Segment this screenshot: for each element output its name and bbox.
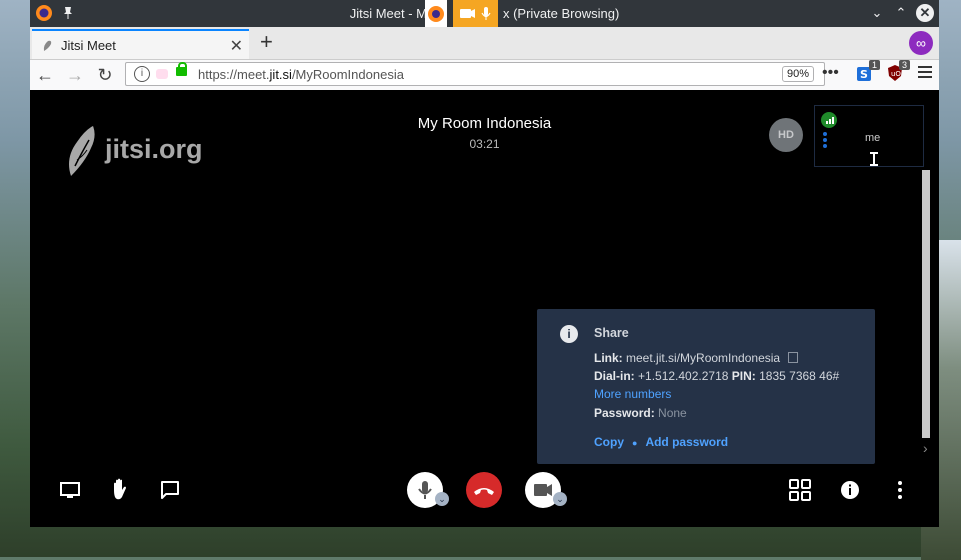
maximize-button[interactable]: ⌃	[892, 4, 910, 22]
text-cursor-icon	[870, 152, 878, 166]
video-quality-badge[interactable]: HD	[769, 118, 803, 152]
audio-level-indicator	[823, 132, 827, 150]
local-participant-label: me	[865, 132, 881, 144]
raise-hand-icon[interactable]	[107, 476, 133, 502]
camera-permission-icon[interactable]	[156, 69, 168, 79]
more-options-icon[interactable]	[887, 477, 913, 503]
microphone-button[interactable]: ⌄	[407, 472, 449, 508]
minimize-button[interactable]: ⌄	[868, 4, 886, 22]
copy-link-icon[interactable]	[788, 352, 799, 363]
conference-name: My Room Indonesia	[417, 115, 552, 132]
chat-icon[interactable]	[157, 477, 183, 503]
password-row: Password: None	[594, 406, 687, 420]
meeting-area: jitsi.org My Room Indonesia 03:21 HD me …	[30, 90, 939, 527]
video-settings-caret-icon[interactable]: ⌄	[553, 492, 567, 506]
tab-strip: Jitsi Meet ✕ + ∞	[30, 27, 939, 60]
firefox-sharing-icon	[425, 0, 447, 27]
add-password-button[interactable]: Add password	[645, 435, 728, 449]
jitsi-favicon	[43, 40, 52, 51]
dialin-row: Dial-in: +1.512.402.2718 PIN: 1835 7368 …	[594, 369, 840, 383]
browser-window: Jitsi Meet - Mx (Private Browsing) ⌄ ⌃ ✕…	[30, 0, 939, 527]
info-icon: i	[560, 325, 578, 343]
navigation-bar: ← → ↻ i https://meet.jit.si/MyRoomIndone…	[30, 60, 939, 91]
screen-share-icon[interactable]	[57, 477, 83, 503]
hamburger-menu-icon[interactable]	[918, 66, 932, 81]
tab-close-icon[interactable]: ✕	[230, 36, 243, 56]
filmstrip-toggle-icon[interactable]: ›	[923, 440, 928, 456]
hangup-icon	[474, 488, 494, 495]
lock-icon[interactable]	[176, 62, 187, 76]
tab-label: Jitsi Meet	[61, 38, 116, 53]
site-info-icon[interactable]: i	[134, 66, 150, 82]
share-title: Share	[594, 326, 629, 340]
filmstrip-scrollbar[interactable]	[922, 170, 930, 438]
camera-button[interactable]: ⌄	[525, 472, 567, 508]
address-bar[interactable]: i https://meet.jit.si/MyRoomIndonesia 90…	[125, 62, 825, 86]
new-tab-button[interactable]: +	[260, 31, 273, 53]
info-toggle-icon[interactable]	[837, 477, 863, 503]
url-text[interactable]: https://meet.jit.si/MyRoomIndonesia	[198, 67, 404, 82]
camera-mic-sharing-indicator[interactable]	[453, 0, 498, 27]
reload-button[interactable]: ↻	[94, 64, 116, 86]
share-info-dialog: i Share Link: meet.jit.si/MyRoomIndonesi…	[537, 309, 875, 464]
page-actions-menu-icon[interactable]: •••	[822, 64, 839, 82]
back-button[interactable]: ←	[34, 64, 56, 86]
copy-button[interactable]: Copy	[594, 435, 624, 449]
more-numbers-link[interactable]: More numbers	[594, 387, 671, 401]
conference-timer: 03:21	[469, 137, 500, 151]
share-actions: Copy ● Add password	[594, 435, 729, 449]
close-window-button[interactable]: ✕	[916, 4, 934, 22]
svg-text:S: S	[860, 68, 868, 81]
link-row: Link: meet.jit.si/MyRoomIndonesia	[594, 351, 799, 365]
zoom-indicator[interactable]: 90%	[781, 66, 814, 82]
tab-jitsi-meet[interactable]: Jitsi Meet ✕	[32, 29, 249, 59]
hangup-button[interactable]	[466, 472, 502, 508]
s-extension-button[interactable]: S 1	[856, 60, 880, 82]
local-video-thumbnail[interactable]: me	[814, 105, 924, 167]
private-browsing-icon: ∞	[909, 31, 933, 55]
tile-view-icon[interactable]	[787, 477, 813, 503]
camera-icon	[460, 7, 491, 20]
window-titlebar: Jitsi Meet - Mx (Private Browsing) ⌄ ⌃ ✕	[30, 0, 939, 27]
forward-button[interactable]: →	[64, 64, 86, 86]
ublock-button[interactable]: uO 3	[886, 60, 910, 82]
meeting-link[interactable]: meet.jit.si/MyRoomIndonesia	[626, 351, 780, 365]
svg-text:uO: uO	[891, 70, 901, 78]
audio-settings-caret-icon[interactable]: ⌄	[435, 492, 449, 506]
connection-indicator-icon[interactable]	[821, 112, 837, 128]
